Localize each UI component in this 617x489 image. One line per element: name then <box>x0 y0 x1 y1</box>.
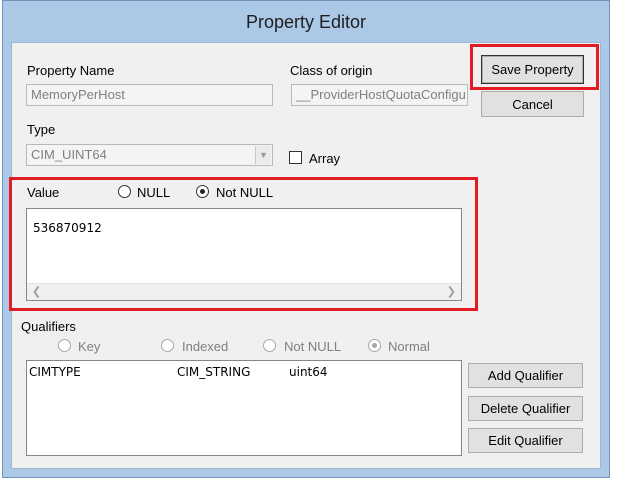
save-property-button[interactable]: Save Property <box>481 55 584 84</box>
value-editor[interactable]: 536870912 ❮ ❯ <box>26 208 462 301</box>
normal-radio <box>368 339 381 352</box>
indexed-radio <box>161 339 174 352</box>
class-of-origin-field: __ProviderHostQuotaConfigu <box>291 84 468 106</box>
not-null-qualifier-radio <box>263 339 276 352</box>
qualifiers-label: Qualifiers <box>21 319 76 334</box>
delete-qualifier-button[interactable]: Delete Qualifier <box>468 396 583 421</box>
key-radio-label: Key <box>78 339 101 354</box>
null-radio[interactable] <box>118 185 131 198</box>
add-qualifier-button[interactable]: Add Qualifier <box>468 363 583 388</box>
cancel-button[interactable]: Cancel <box>481 91 584 117</box>
not-null-radio-label: Not NULL <box>216 185 274 200</box>
dialog-title: Property Editor <box>245 12 367 32</box>
normal-radio-label: Normal <box>388 339 430 354</box>
null-radio-label: NULL <box>137 185 171 200</box>
not-null-radio[interactable] <box>196 185 209 198</box>
scroll-right-icon[interactable]: ❯ <box>447 285 456 298</box>
type-label: Type <box>27 122 56 137</box>
class-of-origin-label: Class of origin <box>290 63 373 78</box>
qualifier-name: CIMTYPE <box>29 365 81 379</box>
value-label: Value <box>27 185 60 200</box>
array-checkbox[interactable] <box>289 151 302 164</box>
property-name-field: MemoryPerHost <box>26 84 273 106</box>
indexed-radio-label: Indexed <box>182 339 229 354</box>
scroll-left-icon[interactable]: ❮ <box>32 285 41 298</box>
dialog-body: Property Name MemoryPerHost Class of ori… <box>11 42 601 469</box>
edit-qualifier-button[interactable]: Edit Qualifier <box>468 428 583 453</box>
property-editor-dialog: Property Editor Property Name MemoryPerH… <box>2 0 610 478</box>
type-combobox: CIM_UINT64 ▼ <box>26 144 273 166</box>
qualifiers-list[interactable]: CIMTYPE CIM_STRING uint64 <box>26 360 462 456</box>
property-name-label: Property Name <box>27 63 115 78</box>
array-label: Array <box>309 151 341 166</box>
not-null-qualifier-label: Not NULL <box>284 339 342 354</box>
value-text: 536870912 <box>33 221 102 235</box>
qualifier-value: uint64 <box>289 365 328 379</box>
value-horizontal-scrollbar[interactable]: ❮ ❯ <box>27 283 461 300</box>
key-radio <box>58 339 71 352</box>
type-value: CIM_UINT64 <box>31 147 107 162</box>
chevron-down-icon: ▼ <box>255 146 271 164</box>
qualifier-type: CIM_STRING <box>177 365 251 379</box>
